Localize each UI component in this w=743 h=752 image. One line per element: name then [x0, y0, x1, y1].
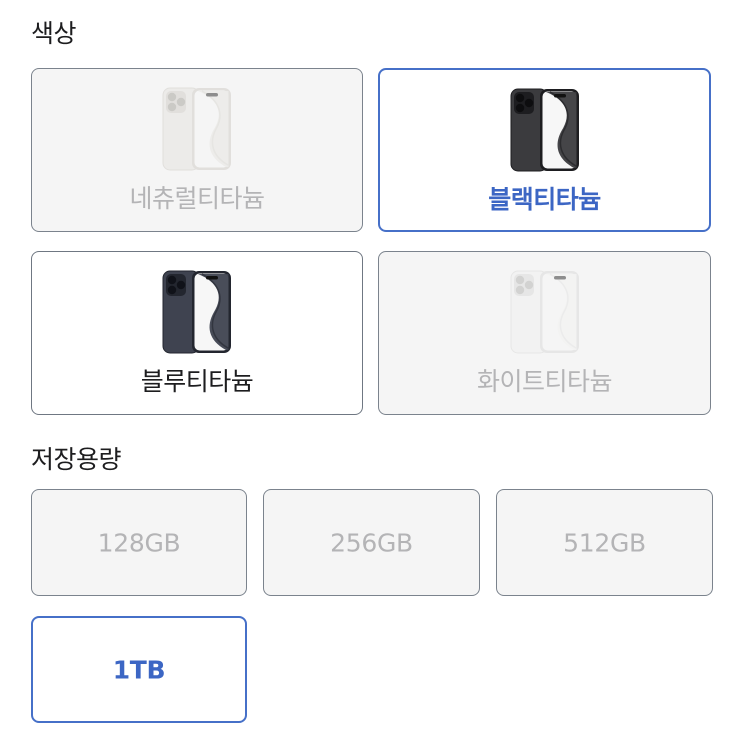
storage-option-label: 256GB — [330, 528, 413, 557]
color-option-natural-titanium[interactable]: 네츄럴티타늄 — [31, 68, 363, 232]
iphone-white-titanium-image — [510, 270, 579, 354]
storage-option-label: 1TB — [112, 655, 166, 684]
color-option-label: 블루티타늄 — [140, 367, 254, 396]
storage-option-label: 512GB — [563, 528, 646, 557]
color-option-blue-titanium[interactable]: 블루티타늄 — [31, 251, 363, 415]
iphone-natural-titanium-image — [162, 87, 231, 171]
storage-option-512gb[interactable]: 512GB — [496, 489, 713, 596]
storage-option-label: 128GB — [97, 528, 181, 557]
iphone-blue-titanium-image — [162, 270, 231, 354]
color-option-black-titanium[interactable]: 블랙티타늄 — [378, 68, 711, 232]
color-section-title: 색상 — [31, 19, 77, 48]
color-option-label: 블랙티타늄 — [488, 185, 601, 214]
iphone-black-titanium-image — [510, 88, 579, 172]
storage-section-title: 저장용량 — [31, 445, 122, 474]
color-option-label: 네츄럴티타늄 — [129, 184, 265, 213]
storage-option-128gb[interactable]: 128GB — [31, 489, 247, 596]
color-option-label: 화이트티타늄 — [476, 367, 613, 396]
storage-option-1tb[interactable]: 1TB — [31, 616, 247, 723]
color-option-white-titanium[interactable]: 화이트티타늄 — [378, 251, 711, 415]
storage-option-256gb[interactable]: 256GB — [263, 489, 480, 596]
